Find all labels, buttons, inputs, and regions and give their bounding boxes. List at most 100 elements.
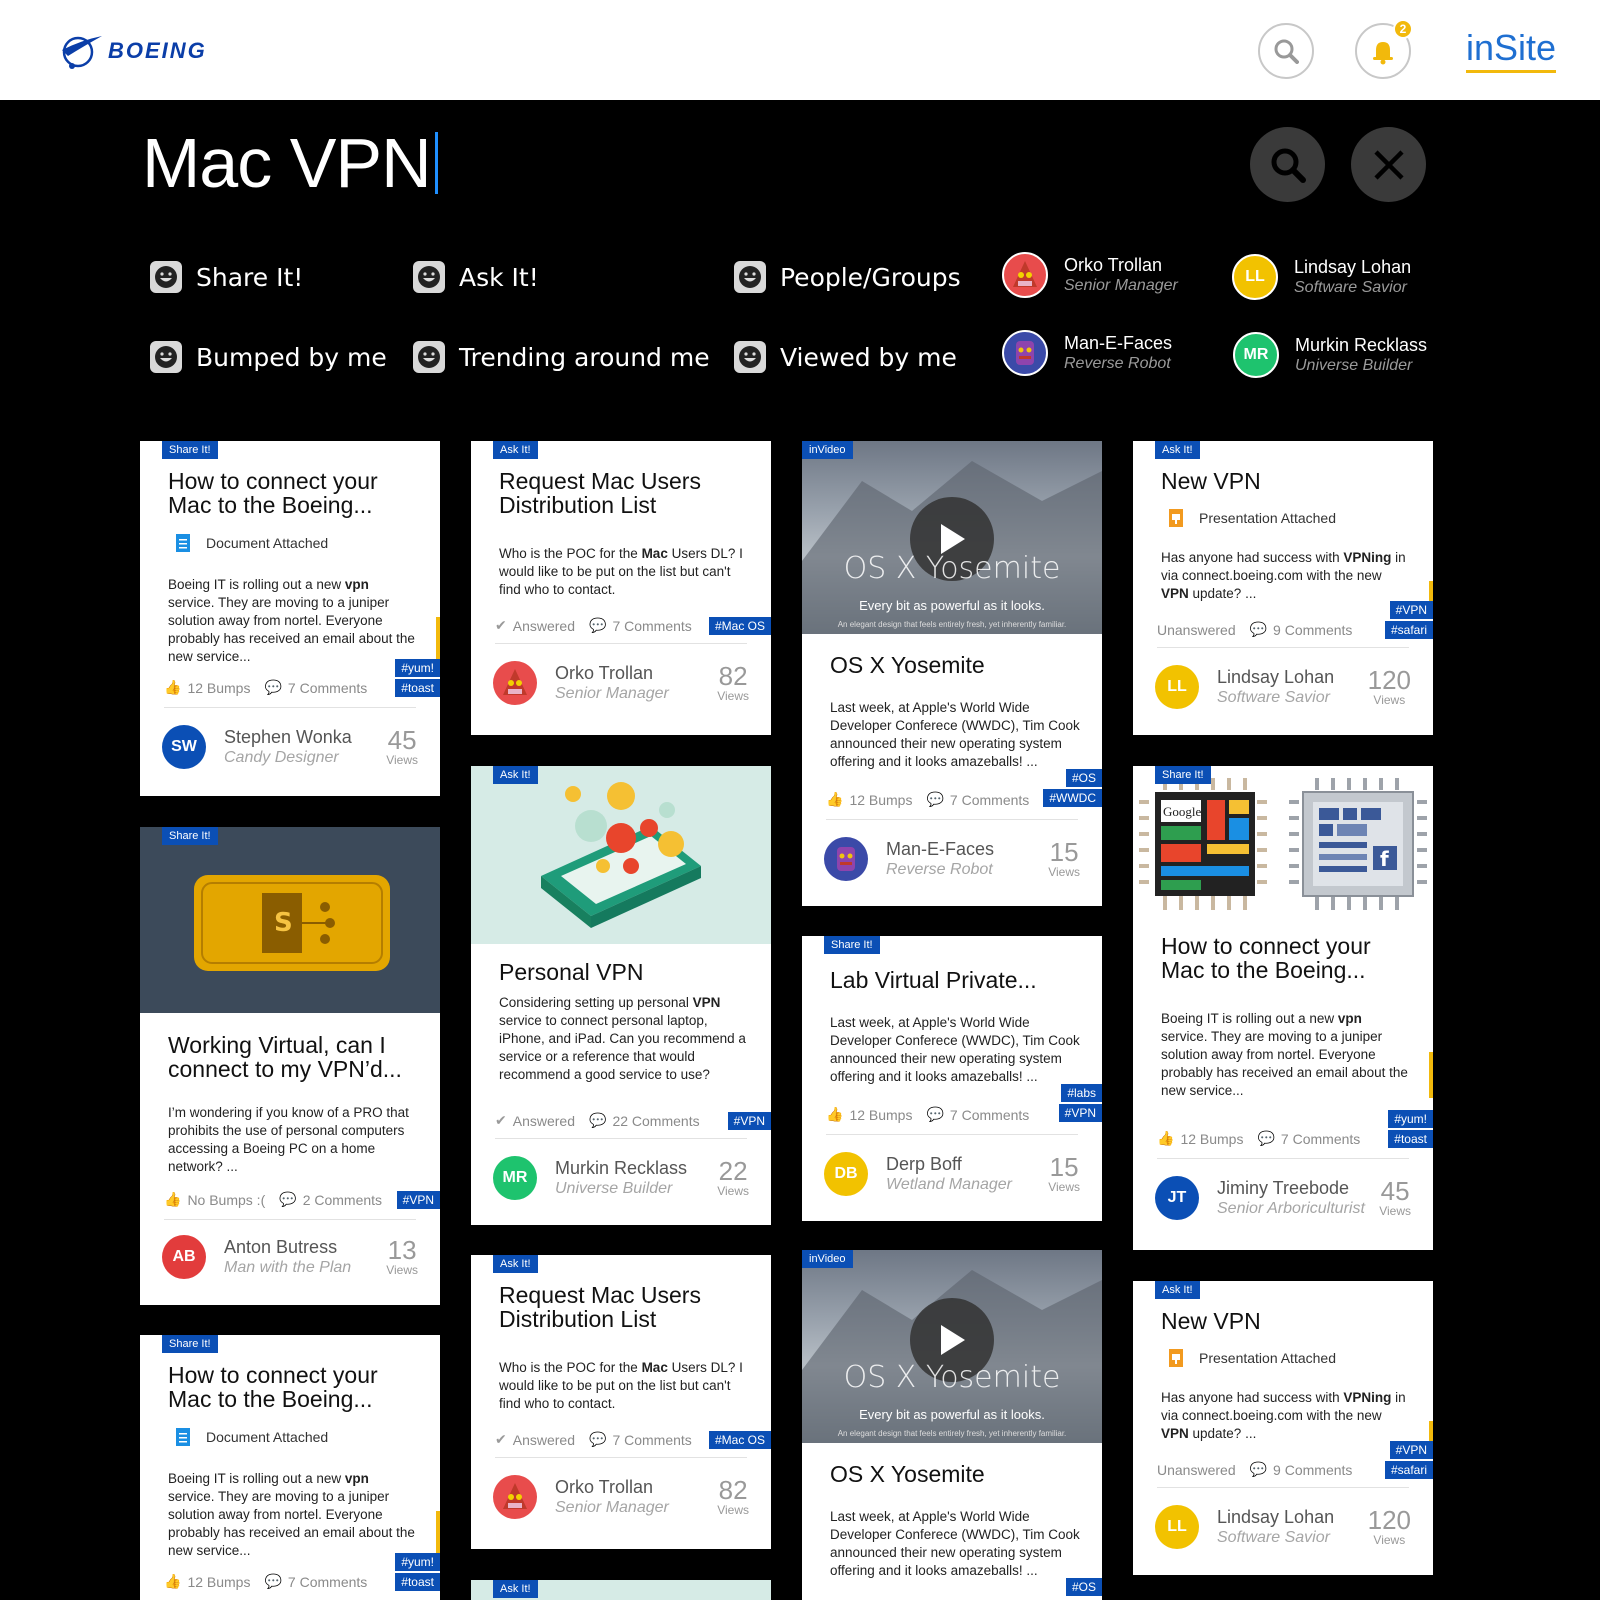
bump-button[interactable]: 👍 12 Bumps (1157, 1130, 1243, 1147)
filter-people-groups[interactable]: People/Groups (734, 261, 961, 293)
bump-button[interactable]: 👍 12 Bumps (826, 1106, 912, 1123)
post-title[interactable]: How to connect your Mac to the Boeing... (168, 469, 420, 517)
post-title[interactable]: OS X Yosemite (830, 1462, 1082, 1486)
post-author[interactable]: LL Lindsay Lohan Software Savior 120 Views (1155, 665, 1411, 709)
video-thumbnail[interactable]: OS X Yosemite Every bit as powerful as i… (802, 441, 1102, 634)
bump-button[interactable]: 👍 12 Bumps (826, 791, 912, 808)
post-title[interactable]: How to connect your Mac to the Boeing... (168, 1363, 420, 1411)
hashtag[interactable]: #VPN (396, 1191, 440, 1209)
play-icon (941, 1325, 965, 1355)
filter-trending-around-me[interactable]: Trending around me (413, 341, 710, 373)
hashtag[interactable]: #Mac OS (708, 617, 771, 635)
hashtag[interactable]: #Mac OS (708, 1431, 771, 1449)
hashtag[interactable]: #VPN (727, 1112, 771, 1130)
hashtag[interactable]: #safari (1384, 1461, 1433, 1479)
post-card[interactable]: Ask It! Request Mac Users Distribution L… (471, 441, 771, 735)
post-card[interactable]: Ask It! Personal VPN Considering setting… (471, 766, 771, 1225)
post-card[interactable]: Ask It! Request Mac Users Distribution L… (471, 1255, 771, 1549)
post-title[interactable]: New VPN (1161, 469, 1413, 493)
comments-link[interactable]: 💬 7 Comments (589, 1431, 692, 1448)
bump-button[interactable]: 👍 12 Bumps (164, 1573, 250, 1590)
hashtag[interactable]: #toast (395, 679, 440, 697)
post-title[interactable]: Lab Virtual Private... (830, 968, 1082, 992)
hashtag[interactable]: #OS (1065, 1578, 1102, 1596)
post-title[interactable]: Personal VPN (499, 960, 751, 984)
submit-search-button[interactable] (1250, 127, 1325, 202)
post-card[interactable]: Ask It! New VPN Presentation Attached Ha… (1133, 441, 1433, 735)
person-suggestion-murkin[interactable]: MR Murkin Recklass Universe Builder (1233, 332, 1427, 378)
post-title[interactable]: Working Virtual, can I connect to my VPN… (168, 1033, 420, 1081)
insite-link[interactable]: inSite (1466, 28, 1557, 73)
hashtag[interactable]: #toast (1388, 1130, 1433, 1148)
post-title[interactable]: OS X Yosemite (830, 653, 1082, 677)
post-card[interactable]: OS X Yosemite Every bit as powerful as i… (802, 1250, 1102, 1600)
hashtag[interactable]: #labs (1061, 1084, 1102, 1102)
comments-link[interactable]: 💬 7 Comments (264, 1573, 367, 1590)
hashtag[interactable]: #VPN (1389, 601, 1433, 619)
filter-bumped-by-me[interactable]: Bumped by me (150, 341, 387, 373)
post-author[interactable]: LL Lindsay Lohan Software Savior 120 Views (1155, 1505, 1411, 1549)
person-suggestion-lindsay[interactable]: LL Lindsay Lohan Software Savior (1232, 254, 1411, 300)
post-stats: ✔ Answered 💬 7 Comments (495, 617, 706, 634)
comments-link[interactable]: 💬 7 Comments (264, 679, 367, 696)
hashtag[interactable]: #WWDC (1043, 789, 1102, 807)
view-count: 45 Views (1379, 1176, 1411, 1218)
post-author[interactable]: MR Murkin Recklass Universe Builder 22 Vie… (493, 1156, 749, 1200)
post-card[interactable]: S Share It! Working Virtual, can I conne… (140, 827, 440, 1305)
post-title[interactable]: New VPN (1161, 1309, 1413, 1333)
comments-link[interactable]: 💬 9 Comments (1250, 1461, 1353, 1478)
attachment[interactable]: Presentation Attached (1169, 1349, 1336, 1367)
hashtag[interactable]: #VPN (1389, 1441, 1433, 1459)
post-body: Who is the POC for the Mac Users DL? I w… (499, 546, 743, 597)
filter-share-it[interactable]: Share It! (150, 261, 303, 293)
answered-status: Unanswered (1157, 621, 1236, 638)
post-author[interactable]: DB Derp Boff Wetland Manager 15 Views (824, 1152, 1080, 1196)
attachment[interactable]: Document Attached (176, 1428, 328, 1446)
header-search-button[interactable] (1258, 23, 1314, 79)
person-suggestion-man-e-faces[interactable]: Man-E-Faces Reverse Robot (1002, 330, 1172, 376)
person-suggestion-orko[interactable]: Orko Trollan Senior Manager (1002, 252, 1178, 298)
post-author[interactable]: JT Jiminy Treebode Senior Arboriculturist… (1155, 1176, 1411, 1220)
comments-link[interactable]: 💬 9 Comments (1250, 621, 1353, 638)
search-input[interactable]: Mac VPN (142, 118, 438, 208)
attachment[interactable]: Document Attached (176, 534, 328, 552)
post-author[interactable]: Orko Trollan Senior Manager 82 Views (493, 661, 749, 705)
post-card[interactable]: Share It! How to connect your Mac to the… (140, 1335, 440, 1600)
bump-button[interactable]: 👍 12 Bumps (164, 679, 250, 696)
hashtag[interactable]: #VPN (1058, 1104, 1102, 1122)
hashtag[interactable]: #yum! (1388, 1110, 1433, 1128)
filter-ask-it[interactable]: Ask It! (413, 261, 539, 293)
comments-link[interactable]: 💬 7 Comments (926, 791, 1029, 808)
bump-button[interactable]: 👍 No Bumps :( (164, 1191, 265, 1208)
comments-link[interactable]: 💬 7 Comments (1257, 1130, 1360, 1147)
notifications-button[interactable]: 2 (1355, 19, 1413, 79)
comments-link[interactable]: 💬 7 Comments (926, 1106, 1029, 1123)
comments-link[interactable]: 💬 7 Comments (589, 617, 692, 634)
post-title[interactable]: How to connect your Mac to the Boeing... (1161, 934, 1413, 982)
video-caption: An elegant design that feels entirely fr… (837, 1429, 1067, 1438)
post-author[interactable]: Orko Trollan Senior Manager 82 Views (493, 1475, 749, 1519)
post-card[interactable]: Share It! Lab Virtual Private... Last we… (802, 936, 1102, 1221)
hashtag[interactable]: #OS (1065, 769, 1102, 787)
hashtag[interactable]: #toast (395, 1573, 440, 1591)
post-card[interactable]: OS X Yosemite Every bit as powerful as i… (802, 441, 1102, 906)
post-title[interactable]: Request Mac Users Distribution List (499, 1283, 751, 1331)
hashtag[interactable]: #yum! (395, 659, 440, 677)
post-title[interactable]: Request Mac Users Distribution List (499, 469, 751, 517)
filter-viewed-by-me[interactable]: Viewed by me (734, 341, 957, 373)
video-thumbnail[interactable]: OS X Yosemite Every bit as powerful as i… (802, 1250, 1102, 1443)
post-card[interactable]: Share It! How to connect your Mac to the… (140, 441, 440, 796)
boeing-logo[interactable]: BOEING (60, 30, 207, 72)
post-author[interactable]: AB Anton Butress Man with the Plan 13 View… (162, 1235, 418, 1279)
attachment[interactable]: Presentation Attached (1169, 509, 1336, 527)
clear-search-button[interactable] (1351, 127, 1426, 202)
post-card[interactable]: Google f Share It! How to connect your M… (1133, 766, 1433, 1250)
hashtag[interactable]: #safari (1384, 621, 1433, 639)
post-card[interactable]: Ask It! New VPN Presentation Attached Ha… (1133, 1281, 1433, 1575)
post-author[interactable]: SW Stephen Wonka Candy Designer 45 Views (162, 725, 418, 769)
post-author[interactable]: Man-E-Faces Reverse Robot 15 Views (824, 837, 1080, 881)
post-card[interactable]: Ask It! (471, 1580, 771, 1600)
comments-link[interactable]: 💬 22 Comments (589, 1112, 700, 1129)
comments-link[interactable]: 💬 2 Comments (279, 1191, 382, 1208)
hashtag[interactable]: #yum! (395, 1553, 440, 1571)
